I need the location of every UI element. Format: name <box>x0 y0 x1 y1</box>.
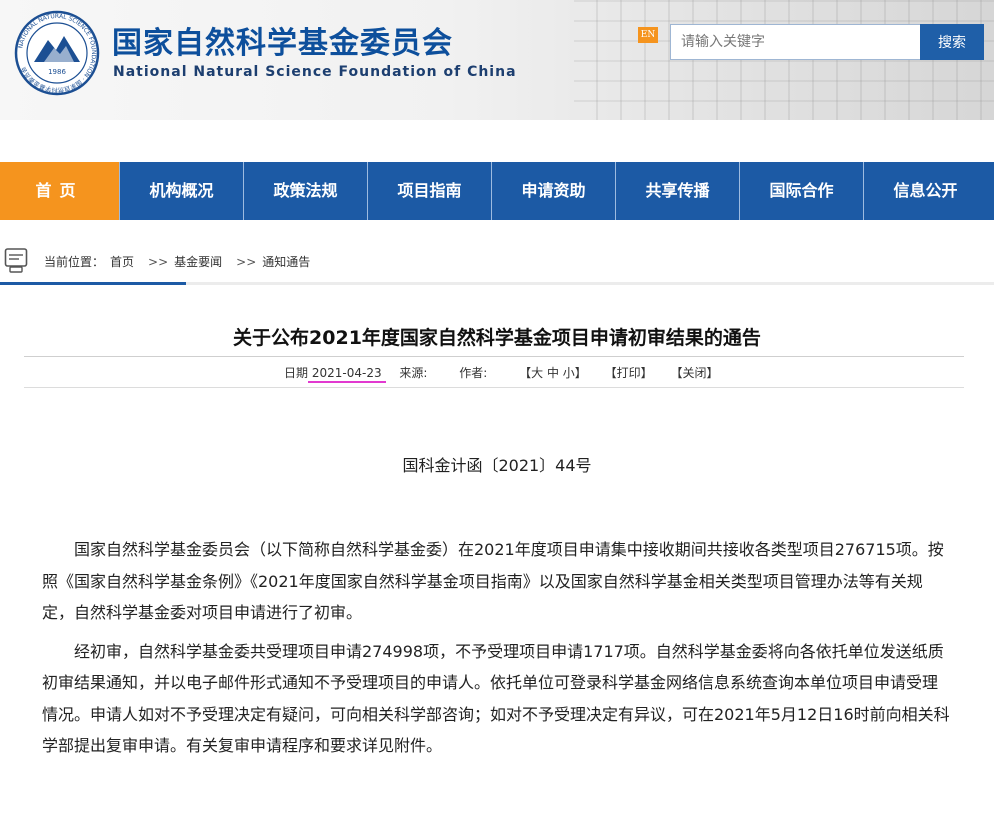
breadcrumb-prefix: 当前位置： <box>44 255 105 269</box>
article-title: 关于公布2021年度国家自然科学基金项目申请初审结果的通告 <box>233 327 761 349</box>
site-title-en[interactable]: National Natural Science Foundation of C… <box>113 64 517 80</box>
nav-item-guide[interactable]: 项目指南 <box>367 162 491 220</box>
search-input[interactable] <box>670 24 920 60</box>
breadcrumb-divider-accent <box>0 282 186 285</box>
source-label: 来源: <box>399 366 428 380</box>
nav-item-international[interactable]: 国际合作 <box>739 162 863 220</box>
document-number: 国科金计函〔2021〕44号 <box>402 456 592 475</box>
article-paragraph: 经初审，自然科学基金委共受理项目申请274998项，不予受理项目申请1717项。… <box>42 641 950 756</box>
breadcrumb-news[interactable]: 基金要闻 <box>174 255 222 269</box>
author-label: 作者: <box>459 366 488 380</box>
close-link[interactable]: 【关闭】 <box>670 366 718 380</box>
site-header: NATIONAL NATURAL SCIENCE FOUNDATION · 国家… <box>0 0 994 120</box>
title-divider <box>24 356 964 357</box>
font-size-switch[interactable]: 【大 中 小】 <box>519 366 587 380</box>
breadcrumb-notices[interactable]: 通知通告 <box>262 255 310 269</box>
date-label: 日期 <box>284 366 309 380</box>
header-background-building <box>574 0 994 120</box>
article-body: 国家自然科学基金委员会（以下简称自然科学基金委）在2021年度项目申请集中接收期… <box>42 534 952 769</box>
print-link[interactable]: 【打印】 <box>605 366 653 380</box>
article-paragraph: 国家自然科学基金委员会（以下简称自然科学基金委）在2021年度项目申请集中接收期… <box>42 540 944 622</box>
main-nav: 首页 机构概况 政策法规 项目指南 申请资助 共享传播 国际合作 信息公开 <box>0 162 994 220</box>
breadcrumb-home[interactable]: 首页 <box>110 255 134 269</box>
site-title-cn[interactable]: 国家自然科学基金委员会 <box>112 18 453 62</box>
date-highlight-underline <box>308 381 386 383</box>
location-monitor-icon <box>4 248 28 273</box>
meta-divider <box>24 387 964 388</box>
publish-date: 2021-04-23 <box>311 366 382 380</box>
english-version-link[interactable]: EN <box>638 27 658 43</box>
logo-year: 1986 <box>48 68 66 76</box>
nav-item-home[interactable]: 首页 <box>0 162 119 220</box>
breadcrumb-separator: >> <box>236 255 257 269</box>
breadcrumb: 当前位置： 首页 >> 基金要闻 >> 通知通告 <box>0 240 994 280</box>
nav-item-disclosure[interactable]: 信息公开 <box>863 162 987 220</box>
nav-item-about[interactable]: 机构概况 <box>119 162 243 220</box>
nav-item-funding[interactable]: 申请资助 <box>491 162 615 220</box>
search-button[interactable]: 搜索 <box>920 24 984 60</box>
nsfc-logo[interactable]: NATIONAL NATURAL SCIENCE FOUNDATION · 国家… <box>14 10 100 96</box>
nav-item-policy[interactable]: 政策法规 <box>243 162 367 220</box>
nav-item-sharing[interactable]: 共享传播 <box>615 162 739 220</box>
breadcrumb-separator: >> <box>148 255 169 269</box>
